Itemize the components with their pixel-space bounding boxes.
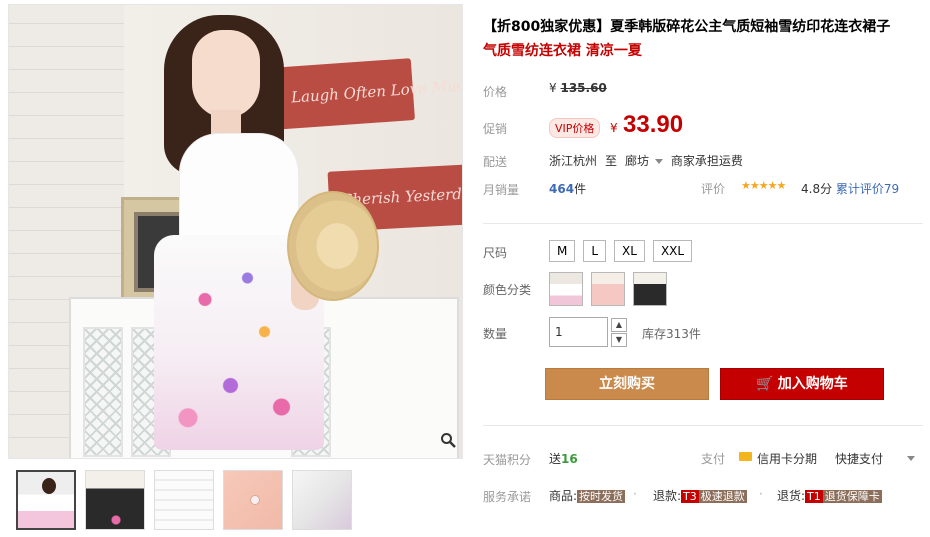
- service-refund[interactable]: 退款: T3 极速退款: [653, 487, 747, 504]
- points-prefix: 送: [549, 452, 562, 466]
- service-return[interactable]: 退货: T1 退货保障卡: [777, 487, 882, 504]
- ship-from: 浙江杭州: [549, 154, 598, 168]
- quantity-input[interactable]: [549, 317, 608, 347]
- size-options: M L XL XXL: [549, 240, 693, 262]
- ship-to-word: 至: [605, 154, 618, 168]
- shipping-label: 配送: [483, 155, 508, 169]
- original-price: ¥ 135.60: [549, 81, 607, 95]
- service-label: 服务承诺: [483, 490, 532, 504]
- color-option-3[interactable]: [633, 272, 667, 306]
- thumbnail-5[interactable]: [292, 470, 352, 530]
- fast-pay-link[interactable]: 快捷支付: [835, 450, 883, 467]
- refund-code-badge: T3: [681, 490, 699, 503]
- points-value: 16: [561, 452, 578, 466]
- credit-card-icon: [739, 452, 752, 461]
- promo-label: 促销: [483, 122, 508, 136]
- monthly-sales-label: 月销量: [483, 183, 520, 197]
- thumbnail-2[interactable]: [85, 470, 145, 530]
- quantity-down-button[interactable]: ▼: [611, 333, 627, 347]
- service-goods[interactable]: 商品: 按时发货: [549, 487, 626, 504]
- payment-label: 支付: [701, 452, 726, 466]
- points-label: 天猫积分: [483, 453, 532, 467]
- divider: [483, 425, 923, 426]
- size-label: 尺码: [483, 246, 508, 260]
- yen-symbol: ¥: [549, 81, 557, 95]
- price-label: 价格: [483, 85, 508, 99]
- stock-count: 库存313件: [642, 327, 701, 341]
- refund-prefix: 退款:: [653, 489, 682, 503]
- color-label: 颜色分类: [483, 283, 532, 297]
- quantity-label: 数量: [483, 327, 508, 341]
- thumbnail-1[interactable]: [16, 470, 76, 530]
- ship-to: 廊坊: [625, 154, 650, 168]
- rating-label: 评价: [701, 182, 726, 196]
- product-subtitle: 气质雪纺连衣裙 清凉一夏: [483, 43, 642, 59]
- separator-dot: ·: [759, 487, 763, 501]
- thumbnail-strip: [16, 470, 361, 530]
- star-rating-icon: ★★★★★: [741, 179, 786, 192]
- buy-now-button[interactable]: 立刻购买: [545, 368, 709, 400]
- size-option-l[interactable]: L: [583, 240, 607, 262]
- main-product-image[interactable]: Laugh Often Love Much Cherish Yesterday …: [8, 4, 463, 459]
- thumbnail-3[interactable]: [154, 470, 214, 530]
- tmall-points: 送16: [549, 450, 578, 467]
- straw-hat: [287, 191, 379, 301]
- on-time-shipping-badge: 按时发货: [577, 490, 626, 503]
- ship-to-dropdown[interactable]: 廊坊: [625, 152, 663, 169]
- fast-refund-badge: 极速退款: [698, 490, 747, 503]
- size-option-m[interactable]: M: [549, 240, 576, 262]
- monthly-sales: 464件: [549, 180, 586, 197]
- sales-count: 464: [549, 182, 575, 196]
- chevron-down-icon: [654, 159, 663, 164]
- vip-badge: VIP价格: [549, 118, 601, 138]
- return-code-badge: T1: [805, 490, 823, 503]
- return-prefix: 退货:: [777, 489, 806, 503]
- wall-sign-top: Laugh Often Love Much: [269, 58, 462, 130]
- rating-score: 4.8分 累计评价79: [801, 180, 899, 197]
- cart-icon: 🛒: [756, 376, 774, 392]
- shipping-info: 浙江杭州 至 廊坊 商家承担运费: [549, 152, 743, 169]
- divider: [483, 223, 923, 224]
- thumbnail-4[interactable]: [223, 470, 283, 530]
- quantity-up-button[interactable]: ▲: [611, 318, 627, 332]
- color-option-2[interactable]: [591, 272, 625, 306]
- add-to-cart-label: 加入购物车: [777, 376, 848, 392]
- sales-unit: 件: [574, 182, 587, 196]
- cabinet-lattice: [83, 327, 123, 457]
- color-options: [549, 272, 667, 306]
- shipping-note: 商家承担运费: [670, 154, 743, 168]
- zoom-icon[interactable]: [440, 432, 456, 452]
- size-option-xxl[interactable]: XXL: [652, 240, 693, 262]
- yen-symbol-current: ¥: [610, 121, 618, 135]
- goods-prefix: 商品:: [549, 489, 578, 503]
- product-detail-panel: 【折800独家优惠】夏季韩版碎花公主气质短袖雪纺印花连衣裙子 气质雪纺连衣裙 清…: [483, 0, 923, 537]
- model-face: [192, 30, 260, 118]
- cumulative-reviews-link[interactable]: 累计评价79: [836, 182, 899, 196]
- chevron-down-icon[interactable]: [907, 456, 915, 461]
- size-option-xl[interactable]: XL: [614, 240, 645, 262]
- credit-installment-link[interactable]: 信用卡分期: [757, 450, 817, 467]
- color-option-1[interactable]: [549, 272, 583, 306]
- current-price: 33.90: [623, 111, 684, 138]
- return-guarantee-badge: 退货保障卡: [822, 490, 882, 503]
- add-to-cart-button[interactable]: 🛒 加入购物车: [720, 368, 884, 400]
- product-title: 【折800独家优惠】夏季韩版碎花公主气质短袖雪纺印花连衣裙子: [483, 19, 891, 35]
- separator-dot: ·: [633, 487, 637, 501]
- score-value: 4.8分: [801, 182, 833, 196]
- original-price-value: 135.60: [560, 81, 607, 95]
